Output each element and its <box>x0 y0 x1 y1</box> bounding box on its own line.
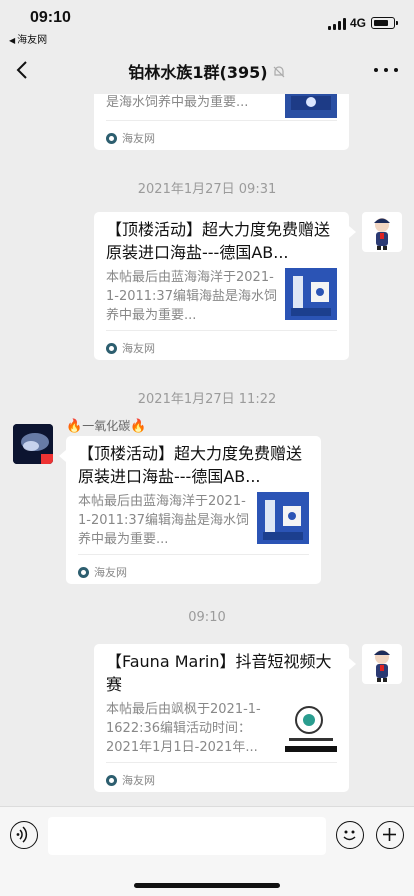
card-source: 海友网 <box>78 564 127 580</box>
source-logo-icon <box>106 343 117 354</box>
emoji-icon[interactable] <box>336 821 364 849</box>
card-thumbnail <box>285 268 337 320</box>
plus-icon[interactable] <box>376 821 404 849</box>
timestamp: 09:10 <box>188 610 226 625</box>
link-card[interactable]: 【顶楼活动】超大力度免费赠送原装进口海盐---德国AB... 本帖最后由蓝海海洋… <box>94 212 349 360</box>
source-logo-icon <box>78 567 89 578</box>
chat-title: 铂林水族1群(395) <box>0 59 414 83</box>
card-thumbnail <box>285 700 337 752</box>
card-title: 【Fauna Marin】抖音短视频大赛 <box>106 652 332 694</box>
link-card[interactable]: 【Fauna Marin】抖音短视频大赛 本帖最后由飒枫于2021-1-1622… <box>94 644 349 792</box>
card-desc: 本帖最后由蓝海海洋于2021-1-2011:37编辑海盐是海水饲养中最为重要..… <box>78 494 249 547</box>
sender-name-text: 一氧化碳 <box>82 419 131 433</box>
flame-icon: 🔥 <box>66 419 83 434</box>
voice-icon[interactable] <box>10 821 38 849</box>
bubble-tail <box>349 658 356 670</box>
timestamp: 2021年1月27日 11:22 <box>137 392 277 407</box>
card-source-label: 海友网 <box>122 132 155 145</box>
card-desc: 是海水饲养中最为重要... <box>106 95 249 110</box>
bubble-tail <box>349 226 356 238</box>
link-card[interactable]: 【顶楼活动】超大力度免费赠送原装进口海盐---德国AB... 本帖最后由蓝海海洋… <box>66 436 321 584</box>
card-divider <box>78 554 309 555</box>
card-source: 海友网 <box>106 340 155 356</box>
card-divider <box>106 120 337 121</box>
card-source-label: 海友网 <box>122 774 155 787</box>
link-card[interactable]: 是海水饲养中最为重要... 海友网 <box>94 94 349 150</box>
card-source-label: 海友网 <box>94 566 127 579</box>
card-desc: 本帖最后由蓝海海洋于2021-1-2011:37编辑海盐是海水饲养中最为重要..… <box>106 270 277 323</box>
card-title: 【顶楼活动】超大力度免费赠送原装进口海盐---德国AB... <box>78 444 303 486</box>
network-type: 4G <box>350 16 367 30</box>
battery-icon <box>371 17 398 29</box>
card-title: 【顶楼活动】超大力度免费赠送原装进口海盐---德国AB... <box>106 220 331 262</box>
avatar[interactable] <box>362 212 402 252</box>
chat-header: 铂林水族1群(395) <box>0 46 414 94</box>
flame-icon: 🔥 <box>130 419 147 434</box>
card-divider <box>106 330 337 331</box>
avatar[interactable] <box>362 644 402 684</box>
avatar[interactable] <box>13 424 53 464</box>
status-bar: 09:10 ◀ 海友网 4G <box>0 0 414 46</box>
message-input[interactable] <box>48 817 326 855</box>
card-thumbnail <box>257 492 309 544</box>
source-logo-icon <box>106 775 117 786</box>
timestamp: 2021年1月27日 09:31 <box>137 182 277 197</box>
chat-title-text: 铂林水族1群(395) <box>128 63 268 82</box>
bubble-tail <box>59 450 66 462</box>
back-to-app-link[interactable]: ◀ 海友网 <box>9 31 47 46</box>
source-logo-icon <box>106 133 117 144</box>
clock: 09:10 <box>30 9 71 26</box>
back-app-label: 海友网 <box>17 35 48 46</box>
card-source: 海友网 <box>106 130 155 146</box>
card-source: 海友网 <box>106 772 155 788</box>
more-dots-icon[interactable] <box>374 58 398 82</box>
home-indicator <box>134 883 280 888</box>
chat-messages[interactable]: 是海水饲养中最为重要... 海友网 2021年1月27日 09:31 【顶楼活动… <box>0 94 414 806</box>
input-bar <box>0 806 414 896</box>
card-desc: 本帖最后由飒枫于2021-1-1622:36编辑活动时间：2021年1月1日-2… <box>106 702 261 755</box>
signal-icon <box>328 18 346 30</box>
card-source-label: 海友网 <box>122 342 155 355</box>
sender-name: 🔥一氧化碳🔥 <box>66 417 146 434</box>
bell-slash-icon <box>272 64 286 83</box>
card-divider <box>106 762 337 763</box>
card-thumbnail <box>285 94 337 118</box>
